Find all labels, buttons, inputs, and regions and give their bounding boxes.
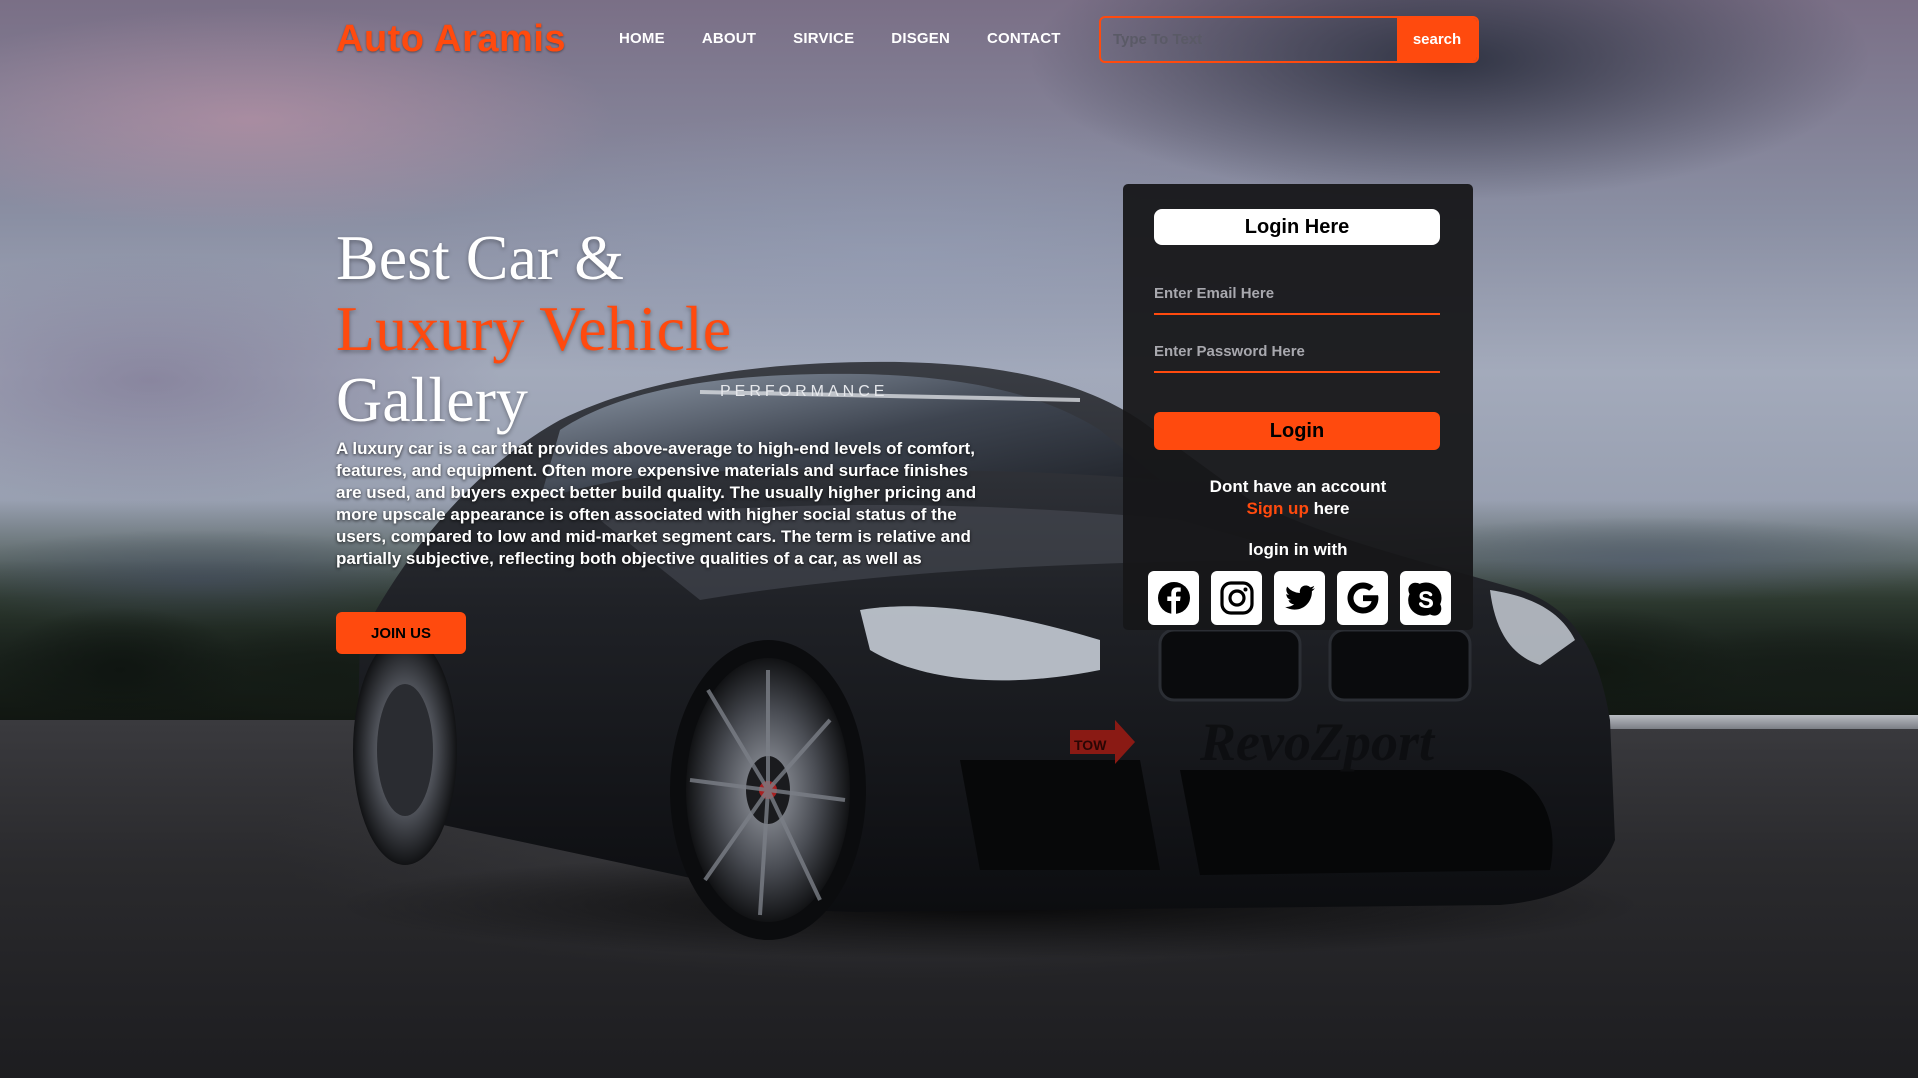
login-panel: Login Here Login Dont have an account Si… xyxy=(1123,184,1473,630)
facebook-login-button[interactable] xyxy=(1148,571,1199,625)
search-bar: search xyxy=(1099,16,1479,63)
main-nav: HOME ABOUT SIRVICE DISGEN CONTACT xyxy=(619,30,1061,47)
brand-logo[interactable]: Auto Aramis xyxy=(336,18,566,61)
hero-title-line1: Best Car & xyxy=(336,222,624,293)
nav-about[interactable]: ABOUT xyxy=(702,30,756,47)
hero-title: Best Car & Luxury Vehicle Gallery xyxy=(336,222,731,435)
hero-title-line3: Gallery xyxy=(336,364,528,435)
nav-contact[interactable]: CONTACT xyxy=(987,30,1061,47)
signup-line: Sign up here xyxy=(1123,498,1473,520)
skype-login-button[interactable] xyxy=(1400,571,1451,625)
windshield-decal: PERFORMANCE xyxy=(720,383,888,400)
search-input[interactable] xyxy=(1101,18,1397,61)
google-icon xyxy=(1346,582,1378,614)
twitter-icon xyxy=(1284,585,1315,610)
nav-home[interactable]: HOME xyxy=(619,30,665,47)
signup-suffix: here xyxy=(1313,499,1350,518)
search-button[interactable]: search xyxy=(1397,18,1477,61)
tow-tag: TOW xyxy=(1074,737,1107,753)
instagram-icon xyxy=(1219,581,1254,615)
email-field[interactable] xyxy=(1154,273,1440,315)
login-with-label: login in with xyxy=(1248,540,1348,559)
google-login-button[interactable] xyxy=(1337,571,1388,625)
login-heading: Login Here xyxy=(1154,209,1440,245)
nav-design[interactable]: DISGEN xyxy=(891,30,950,47)
bumper-decal: RevoZport xyxy=(1199,712,1436,772)
skype-icon xyxy=(1407,582,1441,616)
join-us-button[interactable]: JOIN US xyxy=(336,612,466,654)
signup-link[interactable]: Sign up xyxy=(1247,499,1309,518)
twitter-login-button[interactable] xyxy=(1274,571,1325,625)
facebook-icon xyxy=(1157,582,1190,614)
hero-title-line2: Luxury Vehicle xyxy=(336,293,732,364)
password-field[interactable] xyxy=(1154,331,1440,373)
instagram-login-button[interactable] xyxy=(1211,571,1262,625)
nav-service[interactable]: SIRVICE xyxy=(793,30,854,47)
signup-prompt: Dont have an account Sign up here xyxy=(1123,476,1473,520)
login-button[interactable]: Login xyxy=(1154,412,1440,450)
hero-description: A luxury car is a car that provides abov… xyxy=(336,439,977,568)
social-login-list xyxy=(1148,571,1451,625)
no-account-text: Dont have an account xyxy=(1209,477,1387,496)
